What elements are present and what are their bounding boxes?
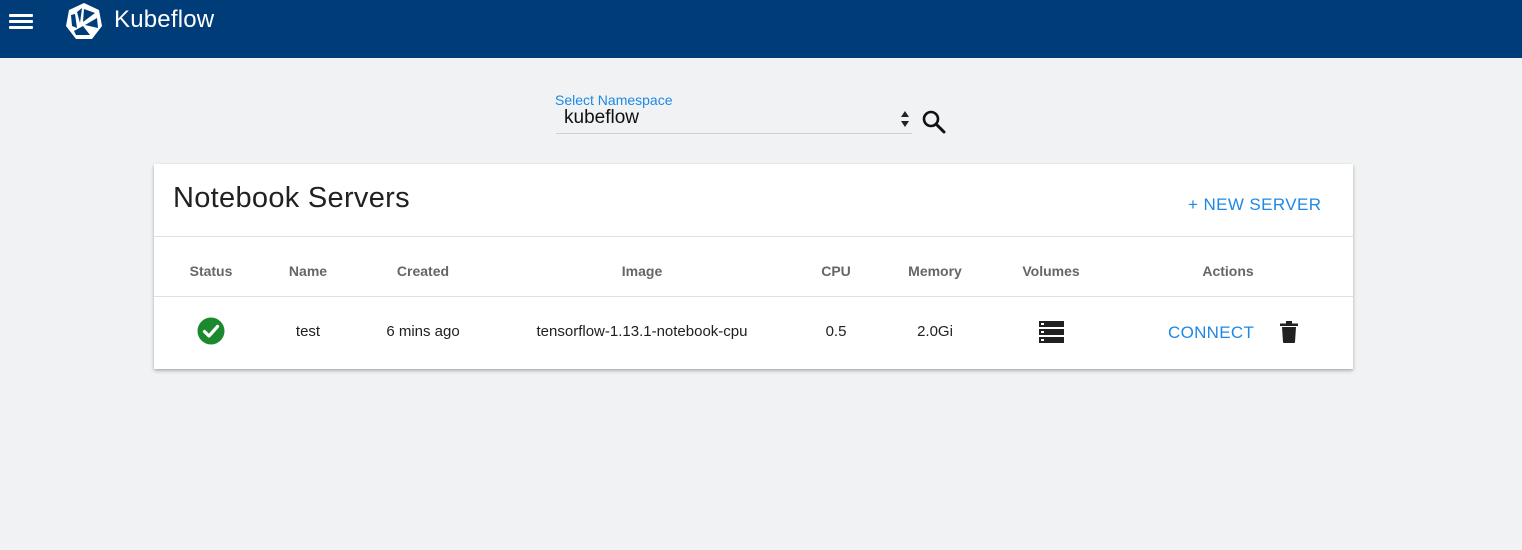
server-name: test bbox=[295, 323, 321, 340]
top-app-bar: Kubeflow bbox=[0, 0, 1522, 58]
check-circle-icon bbox=[197, 317, 225, 345]
menu-icon[interactable] bbox=[9, 11, 35, 31]
server-created: 6 mins ago bbox=[386, 323, 460, 340]
column-header-actions: Actions bbox=[1202, 263, 1254, 279]
notebook-servers-card: Notebook Servers + NEW SERVER Status Nam… bbox=[154, 164, 1353, 369]
divider bbox=[154, 296, 1353, 297]
column-header-created[interactable]: Created bbox=[397, 263, 449, 279]
connect-button[interactable]: CONNECT bbox=[1168, 323, 1254, 343]
storage-icon[interactable] bbox=[1039, 321, 1064, 343]
column-header-name[interactable]: Name bbox=[289, 263, 327, 279]
card-title: Notebook Servers bbox=[173, 182, 410, 214]
column-header-image[interactable]: Image bbox=[622, 263, 662, 279]
server-memory: 2.0Gi bbox=[917, 323, 953, 340]
column-header-volumes[interactable]: Volumes bbox=[1022, 263, 1079, 279]
column-header-cpu[interactable]: CPU bbox=[821, 263, 851, 279]
server-cpu: 0.5 bbox=[825, 323, 847, 340]
divider bbox=[154, 236, 1353, 237]
new-server-button[interactable]: + NEW SERVER bbox=[1188, 195, 1321, 215]
namespace-select[interactable]: kubeflow bbox=[556, 106, 912, 134]
app-title[interactable]: Kubeflow bbox=[114, 6, 214, 34]
select-arrows-icon bbox=[901, 111, 909, 127]
search-icon[interactable] bbox=[921, 109, 947, 135]
column-header-status[interactable]: Status bbox=[190, 263, 233, 279]
namespace-value: kubeflow bbox=[564, 107, 639, 128]
kubeflow-logo-icon[interactable] bbox=[64, 1, 104, 41]
delete-icon[interactable] bbox=[1280, 321, 1298, 343]
server-image: tensorflow-1.13.1-notebook-cpu bbox=[536, 323, 748, 340]
column-header-memory[interactable]: Memory bbox=[908, 263, 962, 279]
